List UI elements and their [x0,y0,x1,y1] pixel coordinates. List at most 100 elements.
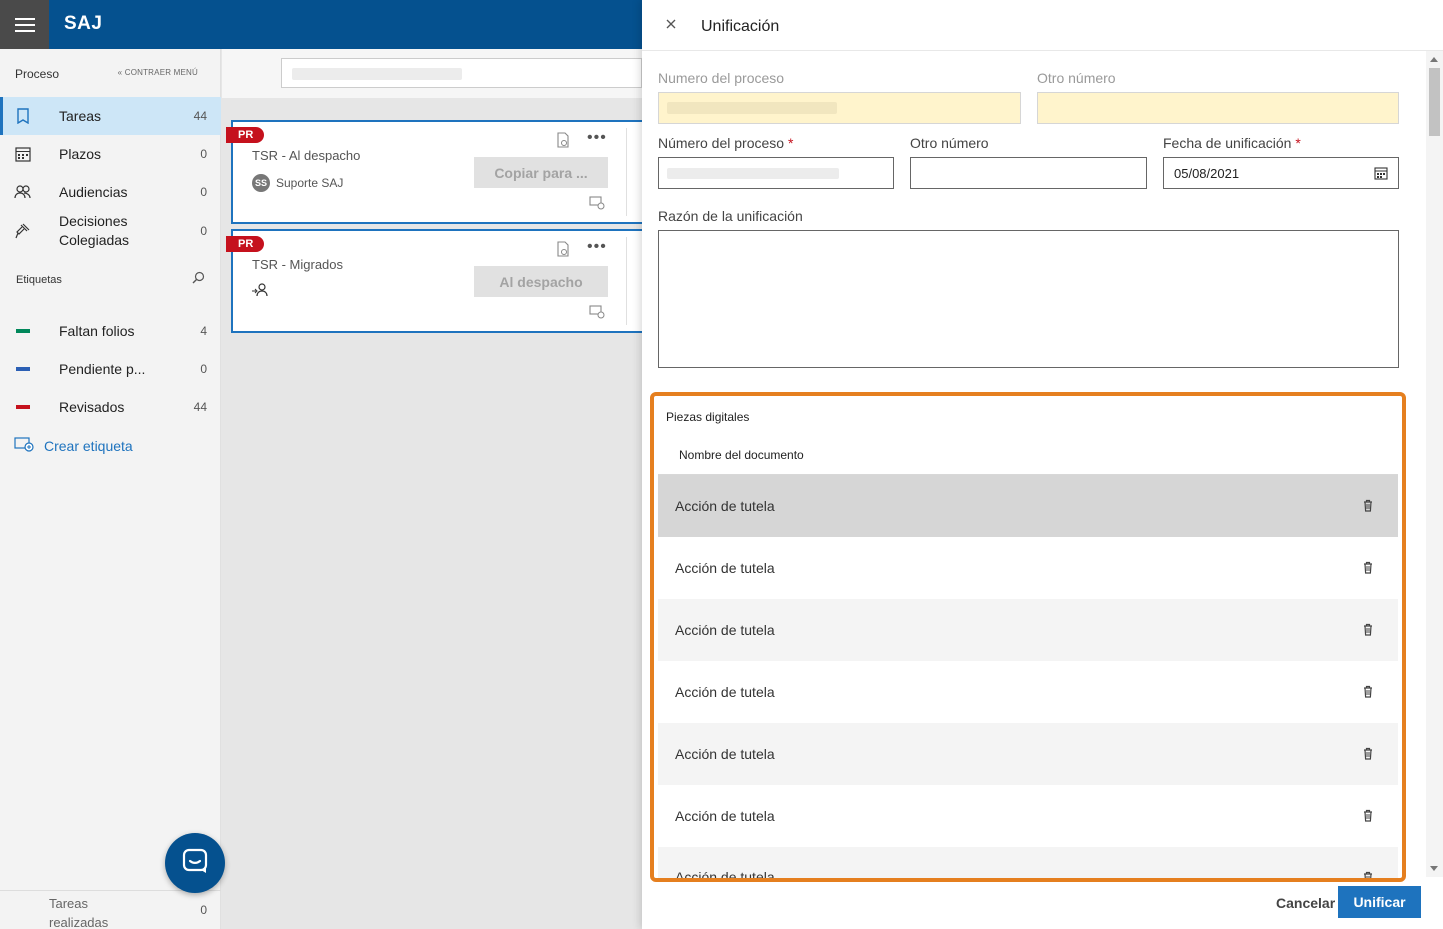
process-tag: PR [226,127,265,143]
chat-button[interactable] [165,833,225,893]
search-icon[interactable] [192,271,205,289]
add-comment-icon[interactable] [589,305,605,324]
hamburger-menu-icon[interactable] [0,0,49,49]
other-number-top-field[interactable] [1037,92,1399,124]
document-name: Acción de tutela [675,622,775,638]
column-header-document-name: Nombre del documento [679,448,804,462]
collapse-menu-button[interactable]: « CONTRAER MENÚ [118,68,198,77]
panel-scrollbar[interactable] [1426,51,1443,877]
redacted-text [667,102,837,114]
table-row[interactable]: Acción de tutela [658,723,1398,785]
sidebar-item-tareas[interactable]: Tareas 44 [0,97,221,135]
tag-color-swatch [16,329,30,333]
tag-color-swatch [16,367,30,371]
more-options-icon[interactable]: ••• [587,129,607,147]
redacted-text [667,168,839,179]
table-row[interactable]: Acción de tutela [658,661,1398,723]
reason-textarea[interactable] [658,230,1399,368]
task-action-button[interactable]: Al despacho [474,266,608,297]
sidebar-item-plazos[interactable]: Plazos 0 [0,135,221,173]
unify-button[interactable]: Unificar [1338,886,1421,918]
document-name: Acción de tutela [675,808,775,824]
task-card[interactable]: PR TSR - Al despacho SS Suporte SAJ Copi… [226,120,642,224]
avatar: SS [252,174,270,192]
tag-count: 0 [200,362,207,376]
trash-icon[interactable] [1363,561,1373,579]
gavel-icon [14,222,32,240]
unification-date-field[interactable]: 05/08/2021 [1163,157,1399,189]
trash-icon[interactable] [1363,809,1373,827]
close-icon[interactable] [664,17,678,36]
scroll-up-icon[interactable] [1430,57,1438,62]
digital-pieces-table: Piezas digitales Nombre del documento Ac… [658,396,1398,878]
table-row[interactable]: Acción de tutela [658,599,1398,661]
task-assignee [252,283,268,300]
scroll-down-icon[interactable] [1430,866,1438,871]
cancel-button[interactable]: Cancelar [1276,895,1335,911]
top-bar: SAJ [0,0,642,49]
more-options-icon[interactable]: ••• [587,238,607,256]
panel-title: Unificación [701,18,780,35]
unification-date-value: 05/08/2021 [1174,166,1240,181]
create-tag-label: Crear etiqueta [44,437,133,454]
trash-icon[interactable] [1363,623,1373,641]
field-label-process-number: Número del proceso * [658,135,793,151]
create-tag-button[interactable]: Crear etiqueta [14,436,133,455]
sidebar-item-label: Decisiones Colegiadas [59,213,130,248]
assign-user-icon[interactable] [252,283,268,300]
trash-icon[interactable] [1363,685,1373,703]
tag-item-revisados[interactable]: Revisados 44 [0,388,221,426]
sidebar-section-title: Proceso [15,67,60,81]
trash-icon[interactable] [1363,499,1373,517]
people-icon [14,183,32,201]
unification-panel: Unificación Numero del proceso Otro núme… [642,0,1443,929]
document-name: Acción de tutela [675,684,775,700]
collapse-menu-label: CONTRAER MENÚ [124,68,198,77]
tag-label: Revisados [59,398,125,415]
scroll-thumb[interactable] [1429,68,1440,136]
field-label-reason: Razón de la unificación [658,208,803,224]
sidebar-item-tareas-realizadas[interactable]: Tareas realizadas 0 [0,890,221,929]
field-label-text: Número del proceso [658,135,785,151]
sidebar-item-decisiones-colegiadas[interactable]: Decisiones Colegiadas 0 [0,211,221,251]
sidebar: Proceso « CONTRAER MENÚ Tareas 44 Plazos… [0,49,221,929]
field-label-other-number-top: Otro número [1037,70,1116,86]
trash-icon[interactable] [1363,747,1373,765]
app-name: SAJ [64,13,103,34]
task-card[interactable]: PR TSR - Migrados Al despacho ••• [226,229,642,333]
other-number-field[interactable] [910,157,1147,189]
sidebar-item-audiencias[interactable]: Audiencias 0 [0,173,221,211]
table-row[interactable]: Acción de tutela [658,785,1398,847]
digital-pieces-title: Piezas digitales [666,410,750,424]
card-divider [626,128,627,216]
table-row[interactable]: Acción de tutela [658,847,1398,878]
bookmark-icon [14,107,32,125]
tag-color-swatch [16,405,30,409]
process-number-top-field[interactable] [658,92,1021,124]
sidebar-item-count: 0 [200,903,207,917]
chat-icon [181,847,209,880]
trash-icon[interactable] [1363,871,1373,878]
document-clock-icon[interactable] [556,241,570,262]
field-label-text: Fecha de unificación [1163,135,1292,151]
tag-count: 4 [200,324,207,338]
search-input[interactable] [281,58,642,88]
table-row[interactable]: Acción de tutela [658,537,1398,599]
tag-item-pendiente[interactable]: Pendiente p... 0 [0,350,221,388]
task-action-button[interactable]: Copiar para ... [474,157,608,188]
document-name: Acción de tutela [675,746,775,762]
sidebar-item-label: Tareas [59,107,102,124]
sidebar-item-label: Plazos [59,145,102,162]
add-tag-icon [14,436,34,455]
add-comment-icon[interactable] [589,196,605,215]
tag-item-faltan-folios[interactable]: Faltan folios 4 [0,312,221,350]
calendar-icon[interactable] [1374,166,1388,185]
panel-header: Unificación [642,0,1443,51]
tags-section-title: Etiquetas [16,274,62,286]
required-mark: * [1295,135,1301,151]
sidebar-item-count: 0 [200,147,207,161]
table-row[interactable]: Acción de tutela [658,475,1398,537]
document-clock-icon[interactable] [556,132,570,153]
document-name: Acción de tutela [675,560,775,576]
process-number-field[interactable] [658,157,894,189]
